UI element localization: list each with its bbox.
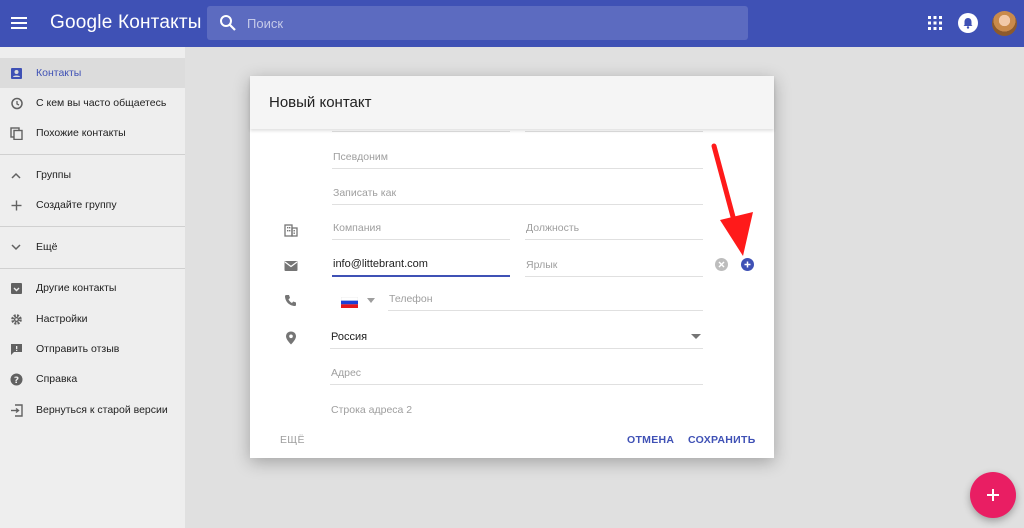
- sidebar-item-label: Контакты: [36, 67, 82, 79]
- email-label-placeholder: Ярлык: [526, 259, 558, 271]
- brand-google: Google: [50, 12, 113, 33]
- address-line2-placeholder: Строка адреса 2: [331, 404, 413, 416]
- history-icon: [9, 96, 23, 110]
- plus-icon: [9, 198, 23, 212]
- sidebar-item-settings[interactable]: Настройки: [0, 304, 185, 334]
- sidebar-item-create-group[interactable]: Создайте группу: [0, 190, 185, 220]
- contacts-icon: [9, 66, 23, 80]
- sidebar-item-feedback[interactable]: Отправить отзыв: [0, 334, 185, 364]
- dialog-title: Новый контакт: [269, 94, 372, 111]
- country-value: Россия: [331, 331, 368, 343]
- sidebar: Контакты С кем вы часто общаетесь Похожи…: [0, 47, 185, 528]
- sidebar-item-contacts[interactable]: Контакты: [0, 58, 185, 88]
- exit-icon: [9, 403, 23, 417]
- sidebar-item-frequent[interactable]: С кем вы часто общаетесь: [0, 88, 185, 118]
- company-placeholder: Компания: [333, 222, 382, 234]
- app-logo[interactable]: Google Контакты: [50, 12, 202, 34]
- sidebar-item-label: Другие контакты: [36, 282, 117, 294]
- address-line2-field[interactable]: Строка адреса 2: [330, 399, 703, 421]
- country-code-caret-icon[interactable]: [367, 298, 375, 303]
- country-flag-selector[interactable]: [340, 295, 359, 308]
- email-field[interactable]: info@littebrant.com: [332, 255, 510, 277]
- sidebar-item-old-version[interactable]: Вернуться к старой версии: [0, 395, 185, 425]
- business-icon: [284, 223, 298, 237]
- company-field[interactable]: Компания: [332, 218, 510, 240]
- chevron-down-icon: [9, 240, 23, 254]
- address-placeholder: Адрес: [331, 367, 362, 379]
- phone-icon: [284, 294, 298, 308]
- country-dropdown-caret-icon[interactable]: [691, 334, 701, 339]
- sidebar-item-label: Похожие контакты: [36, 127, 126, 139]
- sidebar-item-label: Настройки: [36, 313, 88, 325]
- search-input[interactable]: [247, 6, 737, 40]
- sidebar-item-label: Отправить отзыв: [36, 343, 120, 355]
- email-value: info@littebrant.com: [333, 258, 428, 270]
- scrolled-field-divider: [332, 131, 510, 132]
- address-field[interactable]: Адрес: [330, 363, 703, 385]
- sidebar-item-label: Ещё: [36, 241, 58, 253]
- apps-grid-icon[interactable]: [926, 14, 944, 32]
- job-title-field[interactable]: Должность: [525, 218, 703, 240]
- sidebar-item-groups[interactable]: Группы: [0, 160, 185, 190]
- job-title-placeholder: Должность: [526, 222, 580, 234]
- nickname-placeholder: Псевдоним: [333, 151, 388, 163]
- sidebar-item-help[interactable]: ? Справка: [0, 364, 185, 394]
- annotation-arrow-icon: [711, 143, 753, 256]
- sidebar-item-label: Вернуться к старой версии: [36, 404, 168, 416]
- phone-field[interactable]: Телефон: [388, 289, 703, 311]
- svg-text:?: ?: [13, 375, 18, 385]
- sidebar-divider: [0, 268, 185, 269]
- search-icon: [219, 14, 237, 32]
- nickname-field[interactable]: Псевдоним: [332, 147, 703, 169]
- scrolled-field-divider: [525, 131, 703, 132]
- chevron-up-icon: [9, 168, 23, 182]
- search-bar[interactable]: [207, 6, 748, 40]
- sidebar-item-more[interactable]: Ещё: [0, 232, 185, 262]
- sidebar-divider: [0, 154, 185, 155]
- sidebar-item-label: Справка: [36, 373, 78, 385]
- save-button[interactable]: СОХРАНИТЬ: [688, 434, 756, 446]
- country-select[interactable]: Россия: [330, 327, 703, 349]
- russia-flag-icon: [340, 296, 359, 308]
- email-icon: [284, 259, 298, 273]
- gear-icon: [9, 312, 23, 326]
- sidebar-item-other-contacts[interactable]: Другие контакты: [0, 273, 185, 303]
- phone-placeholder: Телефон: [389, 293, 433, 305]
- file-as-placeholder: Записать как: [333, 187, 397, 199]
- sidebar-item-label: Группы: [36, 169, 71, 181]
- avatar[interactable]: [992, 11, 1017, 36]
- sidebar-item-duplicates[interactable]: Похожие контакты: [0, 118, 185, 148]
- feedback-icon: [9, 342, 23, 356]
- help-icon: ?: [9, 372, 23, 386]
- add-contact-fab-button[interactable]: [970, 472, 1016, 518]
- location-pin-icon: [285, 331, 299, 345]
- brand-name: Контакты: [117, 12, 202, 33]
- sidebar-item-label: С кем вы часто общаетесь: [36, 97, 167, 109]
- file-as-field[interactable]: Записать как: [332, 183, 703, 205]
- copy-icon: [9, 126, 23, 140]
- email-label-field[interactable]: Ярлык: [525, 255, 703, 277]
- archive-icon: [9, 281, 23, 295]
- dialog-header: Новый контакт: [250, 76, 774, 129]
- sidebar-item-label: Создайте группу: [36, 199, 117, 211]
- more-fields-button[interactable]: ЕЩЁ: [280, 434, 305, 446]
- new-contact-dialog: Новый контакт Псевдоним Записать как Ком…: [250, 76, 774, 458]
- sidebar-divider: [0, 226, 185, 227]
- plus-icon: [987, 489, 999, 501]
- cancel-button[interactable]: ОТМЕНА: [627, 434, 674, 446]
- notifications-icon[interactable]: [958, 13, 978, 33]
- menu-icon[interactable]: [8, 12, 30, 34]
- top-app-bar: Google Контакты: [0, 0, 1024, 47]
